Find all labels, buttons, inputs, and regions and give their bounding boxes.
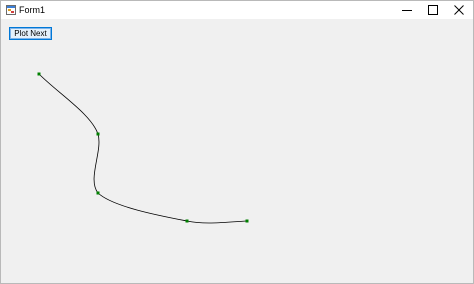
spline-curve: [38, 73, 248, 224]
plot-canvas: [37, 72, 249, 224]
form-app-icon: [6, 5, 16, 15]
control-point: [37, 72, 41, 76]
close-icon: [454, 5, 464, 15]
minimize-icon: [402, 10, 412, 11]
window-title: Form1: [19, 5, 46, 15]
maximize-icon: [428, 5, 438, 15]
control-point: [185, 219, 189, 223]
control-point: [96, 191, 100, 195]
form-window: Form1 Plot Next: [0, 0, 474, 284]
control-point: [96, 132, 100, 136]
close-button[interactable]: [446, 1, 472, 19]
control-point: [245, 219, 249, 223]
maximize-button[interactable]: [420, 1, 446, 19]
form-client-area: Plot Next: [1, 19, 473, 283]
minimize-button[interactable]: [394, 1, 420, 19]
title-bar[interactable]: Form1: [1, 1, 473, 19]
